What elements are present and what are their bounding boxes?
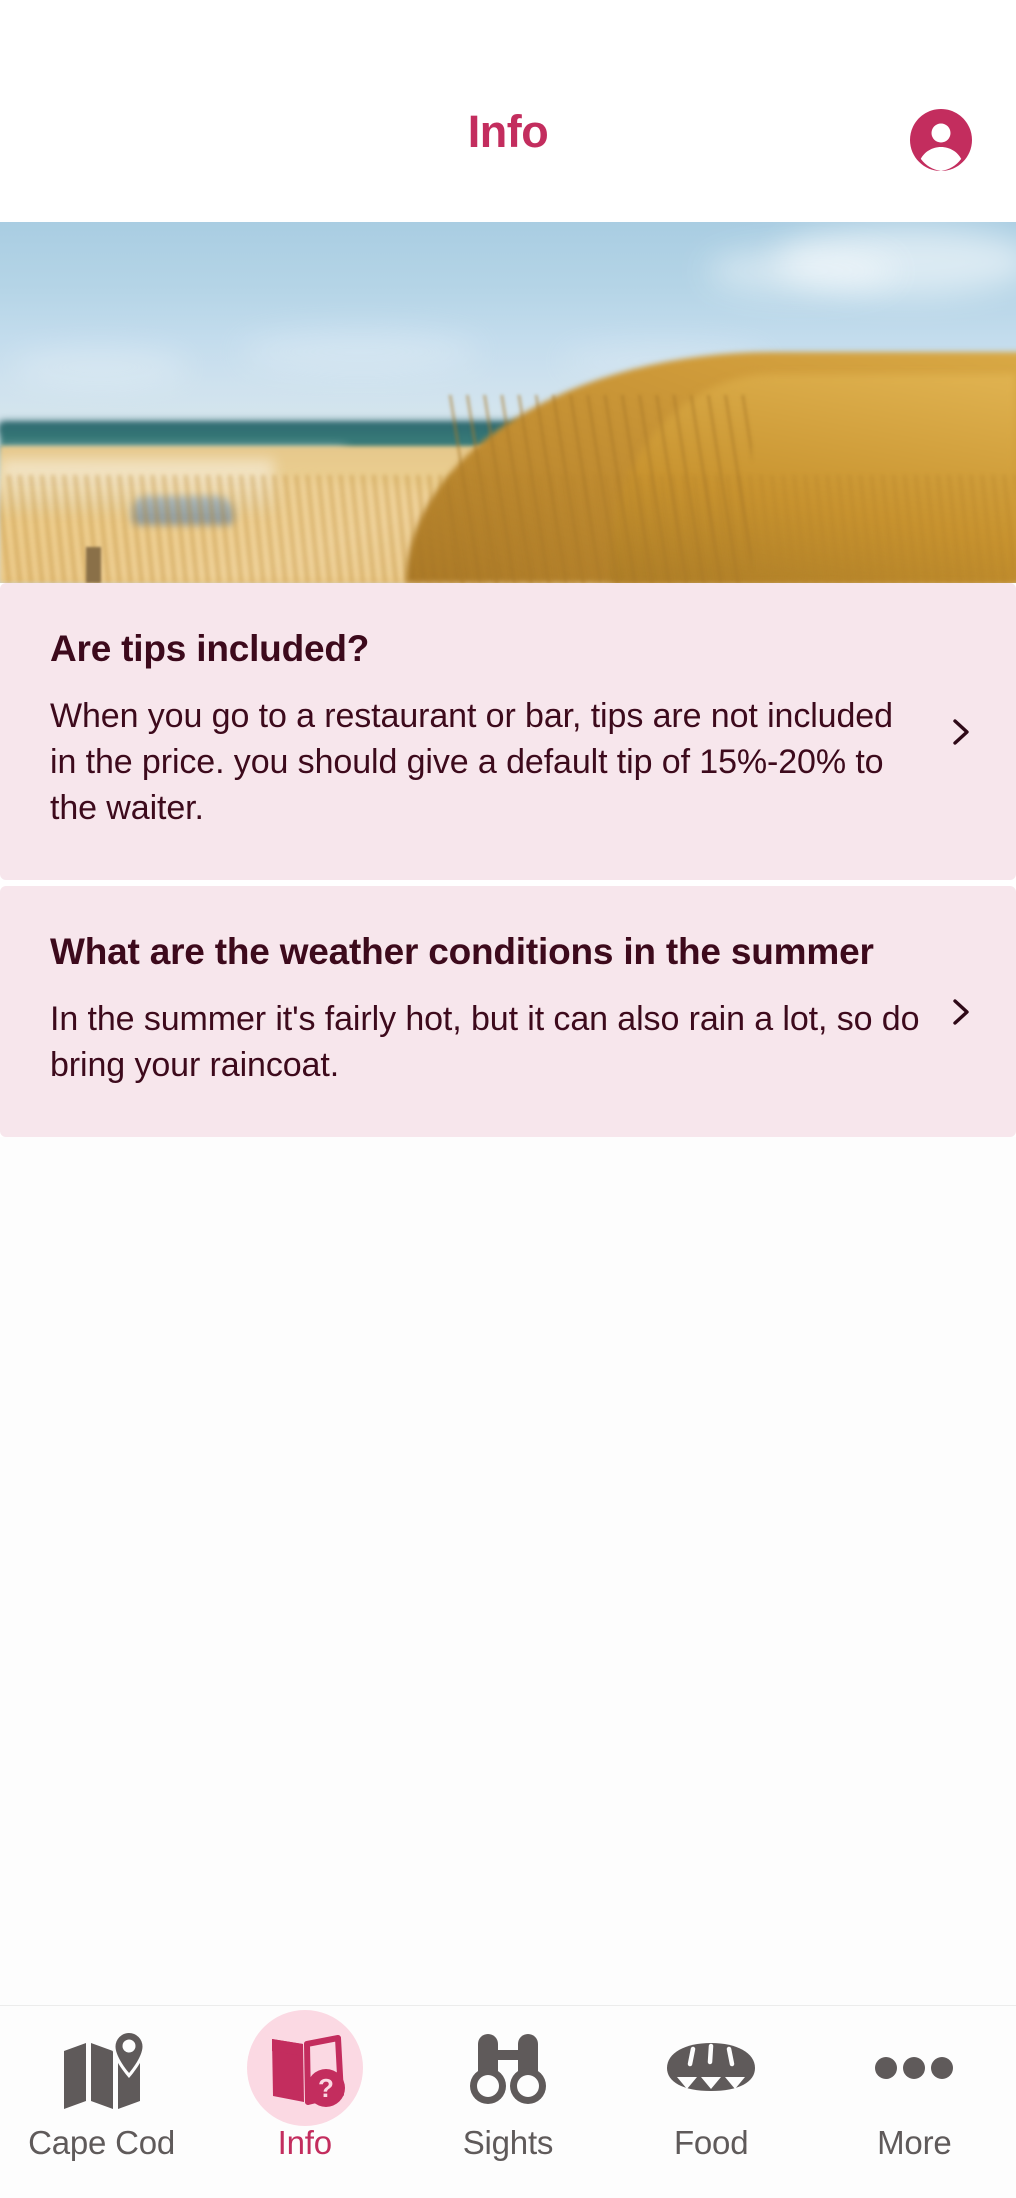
tab-label: Sights bbox=[462, 2124, 554, 2161]
tab-label: Info bbox=[277, 2124, 332, 2161]
tab-food[interactable]: Food bbox=[610, 2020, 813, 2162]
account-circle-icon[interactable] bbox=[910, 109, 972, 171]
tab-info[interactable]: ? Info bbox=[203, 2010, 406, 2162]
faq-item[interactable]: Are tips included? When you go to a rest… bbox=[0, 583, 1016, 881]
faq-question: What are the weather conditions in the s… bbox=[50, 931, 874, 973]
faq-item[interactable]: What are the weather conditions in the s… bbox=[0, 886, 1016, 1138]
faq-answer: When you go to a restaurant or bar, tips… bbox=[50, 697, 893, 828]
tab-icon-container: ? bbox=[246, 2010, 363, 2126]
bread-loaf-icon bbox=[667, 2043, 756, 2091]
map-pin-icon bbox=[63, 2029, 146, 2109]
page-title: Info bbox=[467, 106, 549, 157]
chevron-right-icon[interactable] bbox=[944, 995, 978, 1029]
bottom-navigation: Cape Cod ? Info Sights Food More bbox=[0, 2005, 1016, 2198]
app-header: Info bbox=[0, 0, 1016, 222]
hero-image bbox=[0, 222, 1016, 583]
hero-fence-post bbox=[86, 546, 101, 583]
hero-cloud bbox=[240, 332, 480, 372]
info-booklet-question-icon: ? bbox=[271, 2035, 345, 2107]
tab-sights[interactable]: Sights bbox=[406, 2020, 609, 2162]
tab-icon-container bbox=[450, 2020, 566, 2116]
tab-label: More bbox=[877, 2124, 952, 2161]
faq-question: Are tips included? bbox=[50, 628, 370, 669]
tab-label: Food bbox=[673, 2124, 749, 2161]
tab-icon-container bbox=[653, 2020, 769, 2116]
tab-icon-container bbox=[44, 2020, 160, 2116]
content-spacer bbox=[0, 1137, 1016, 2005]
faq-answer: In the summer it's fairly hot, but it ca… bbox=[50, 1000, 920, 1085]
tab-label: Cape Cod bbox=[28, 2124, 176, 2161]
ellipsis-icon bbox=[875, 2057, 954, 2079]
hero-cloud bbox=[706, 248, 896, 294]
app-screen: Info Are tips included? When you go to a… bbox=[0, 0, 1016, 2198]
hero-cloud bbox=[10, 350, 190, 384]
tab-more[interactable]: More bbox=[813, 2020, 1016, 2162]
faq-list: Are tips included? When you go to a rest… bbox=[0, 583, 1016, 1138]
tab-icon-container bbox=[856, 2020, 972, 2116]
svg-text:?: ? bbox=[318, 2073, 334, 2103]
hero-grass-blades bbox=[447, 395, 752, 583]
tab-cape-cod[interactable]: Cape Cod bbox=[0, 2020, 203, 2162]
binoculars-icon bbox=[469, 2034, 546, 2104]
chevron-right-icon[interactable] bbox=[944, 715, 978, 749]
